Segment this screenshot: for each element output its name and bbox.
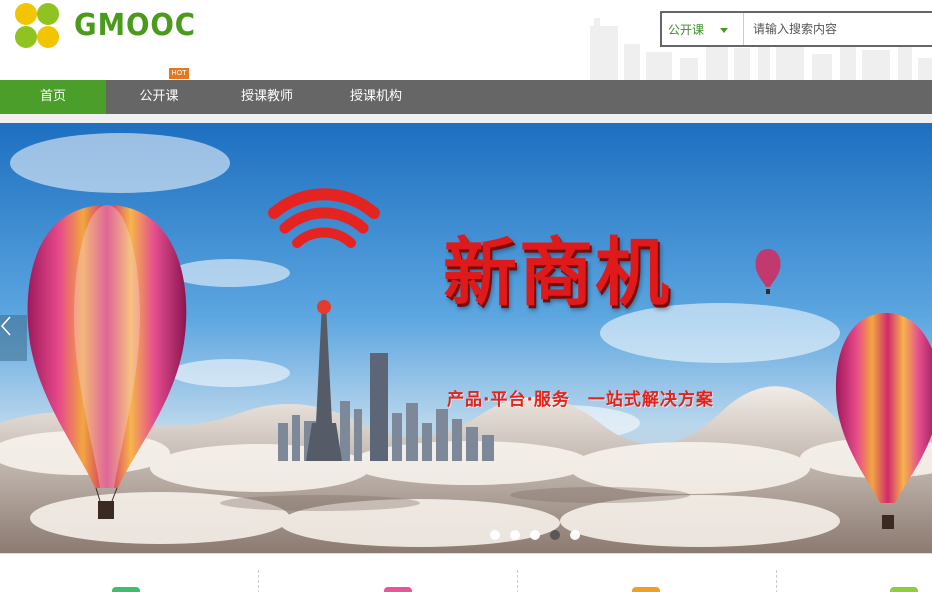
banner-headline: 新商机 [443, 230, 671, 316]
search-input[interactable] [744, 13, 932, 45]
hero-banner[interactable]: 新商机 产品·平台·服务 一站式解决方案 [0, 123, 932, 553]
banner-pagination [490, 530, 580, 540]
main-nav: 首页 公开课 授课教师 授课机构 [0, 80, 932, 114]
banner-dot[interactable] [490, 530, 500, 540]
page: GMOOC 公开课 首页 公开课 授课教师 授课机构 HOT [0, 0, 932, 592]
chevron-left-icon [0, 316, 11, 336]
feature-icon-1[interactable] [112, 587, 140, 592]
banner-dot[interactable] [530, 530, 540, 540]
search-scope-label: 公开课 [668, 22, 705, 37]
search-bar: 公开课 [660, 11, 932, 47]
banner-dot[interactable] [510, 530, 520, 540]
divider [258, 570, 259, 592]
nav-spacer [0, 114, 932, 123]
nav-item-institutions[interactable]: 授课机构 [322, 80, 430, 114]
banner-dot-active[interactable] [550, 530, 560, 540]
search-scope-select[interactable]: 公开课 [662, 13, 744, 45]
nav-item-teachers[interactable]: 授课教师 [212, 80, 322, 114]
banner-image [0, 123, 932, 553]
brand-name[interactable]: GMOOC [74, 8, 196, 43]
feature-strip [0, 553, 932, 592]
feature-icon-3[interactable] [632, 587, 660, 592]
feature-icon-4[interactable] [890, 587, 918, 592]
logo-icon[interactable] [8, 0, 68, 52]
divider [517, 570, 518, 592]
feature-icon-2[interactable] [384, 587, 412, 592]
hot-badge: HOT [169, 68, 189, 79]
nav-item-open-courses[interactable]: 公开课 [106, 80, 212, 114]
banner-tagline: 产品·平台·服务 一站式解决方案 [447, 390, 714, 410]
banner-dot[interactable] [570, 530, 580, 540]
nav-item-home[interactable]: 首页 [0, 80, 106, 114]
header: GMOOC 公开课 [0, 0, 932, 80]
chevron-down-icon [720, 28, 728, 33]
divider [776, 570, 777, 592]
banner-prev-button[interactable] [0, 315, 27, 361]
